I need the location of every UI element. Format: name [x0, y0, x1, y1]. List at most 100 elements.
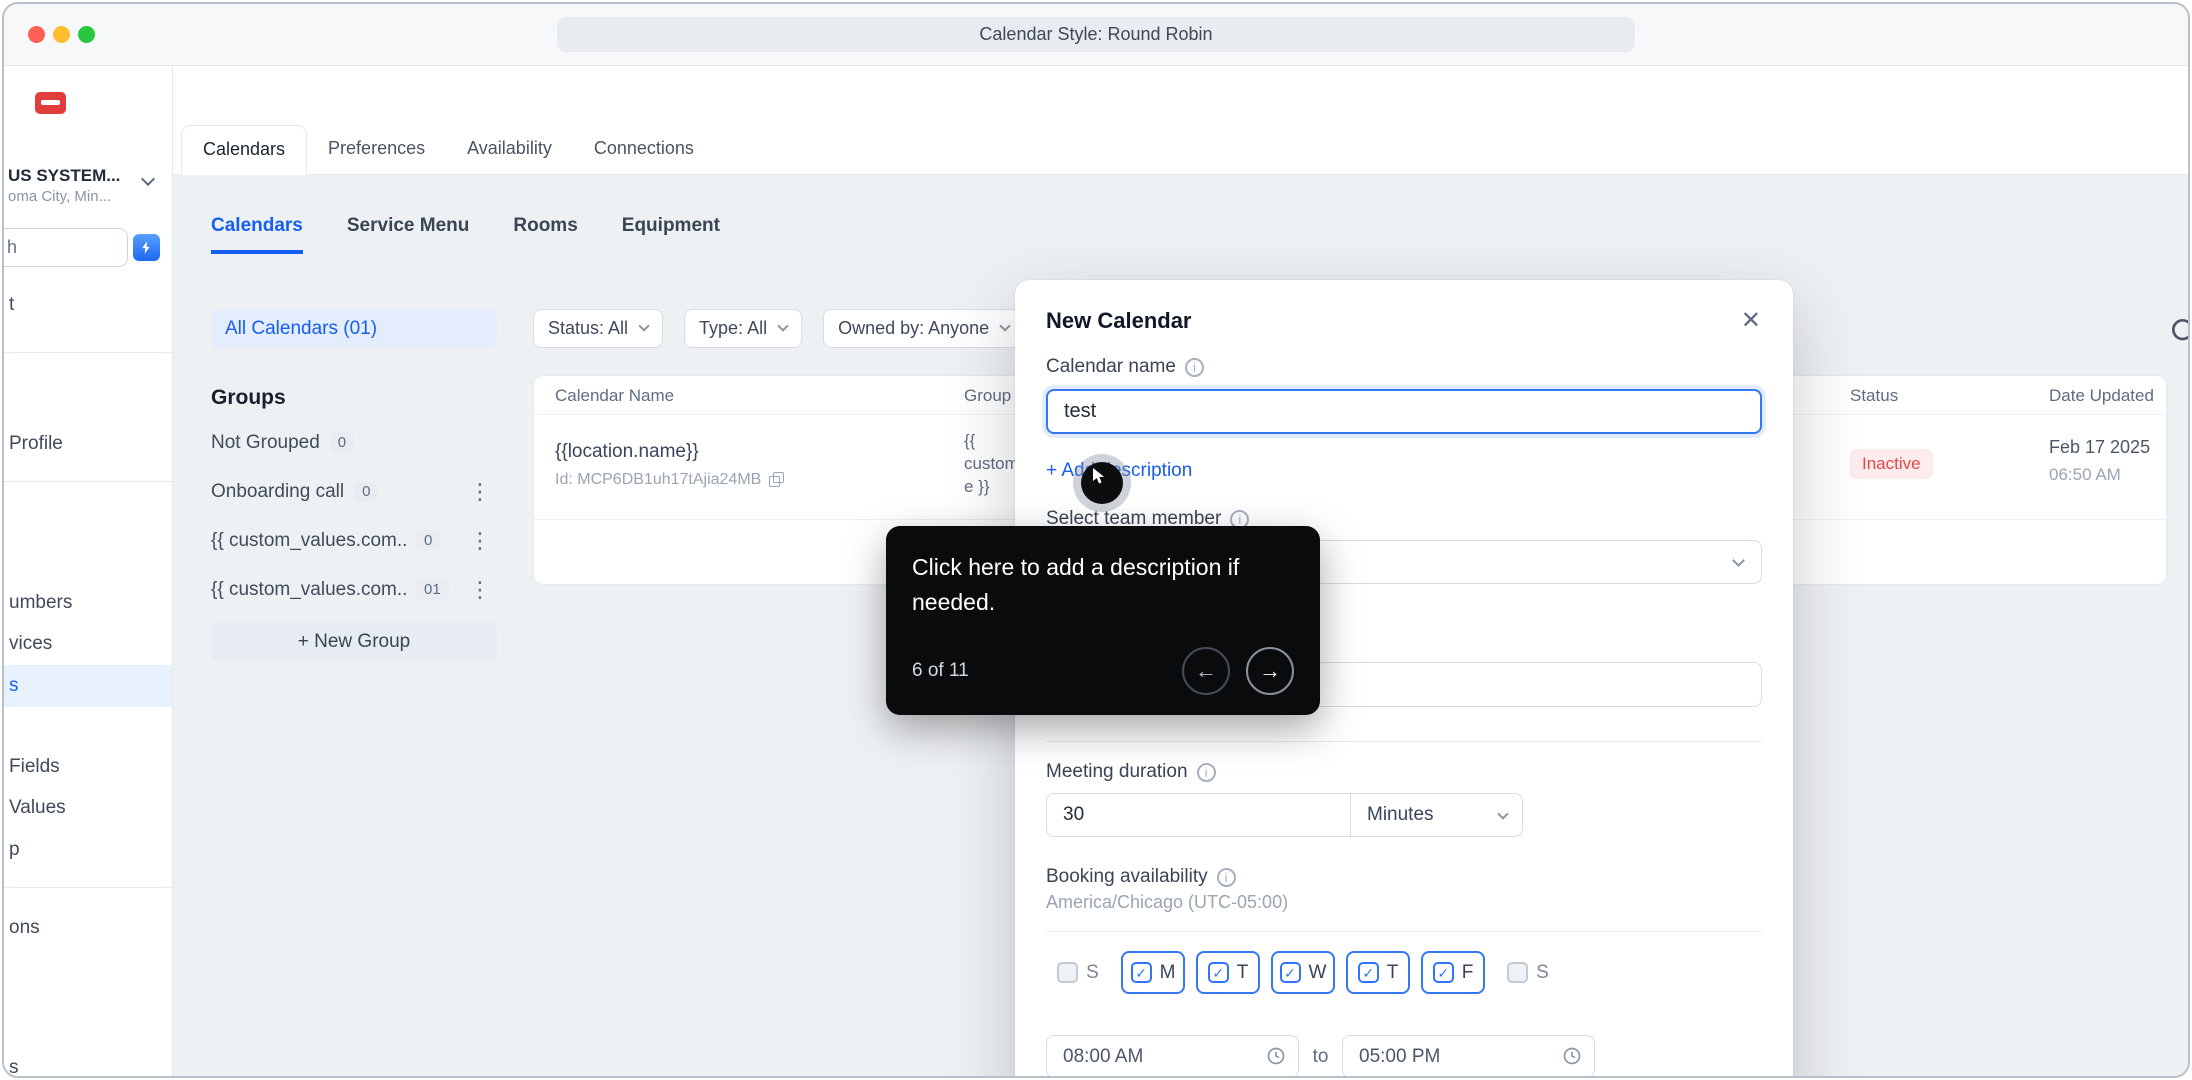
group-row-custom-2[interactable]: {{ custom_values.com... 01 ⋮: [211, 565, 497, 614]
kebab-menu-icon[interactable]: ⋮: [463, 481, 497, 503]
owned-by-filter-label: Owned by: Anyone: [838, 318, 989, 339]
status-filter-label: Status: All: [548, 318, 628, 339]
kebab-menu-icon[interactable]: ⋮: [463, 579, 497, 601]
sidebar-item[interactable]: ons: [9, 914, 40, 942]
tab-preferences[interactable]: Preferences: [307, 125, 446, 174]
time-range-to-label: to: [1299, 1046, 1342, 1068]
zoom-window-button[interactable]: [78, 26, 95, 43]
day-checkbox-sunday[interactable]: ✓ S: [1046, 951, 1110, 994]
subtab-label: Calendars: [211, 215, 303, 236]
modal-divider: [1046, 741, 1762, 742]
end-time-input[interactable]: [1342, 1035, 1595, 1078]
timezone-text: America/Chicago (UTC-05:00): [1046, 892, 1762, 914]
info-icon: i: [1217, 868, 1236, 887]
sidebar-item-calendars-active[interactable]: s: [4, 665, 172, 707]
modal-title: New Calendar: [1046, 306, 1762, 336]
chevron-down-icon: [1000, 320, 1011, 331]
settings-sidebar: US SYSTEM... oma City, Min... h t Profil…: [4, 66, 173, 1076]
account-name[interactable]: US SYSTEM...: [8, 166, 120, 186]
group-row-onboarding-call[interactable]: Onboarding call 0 ⋮: [211, 467, 497, 516]
chevron-down-icon: [638, 320, 649, 331]
availability-time-range: to: [1046, 1035, 1762, 1078]
sidebar-item-values[interactable]: Values: [9, 794, 66, 822]
subtab-service-menu[interactable]: Service Menu: [347, 215, 470, 254]
search-icon[interactable]: [2164, 311, 2190, 351]
sidebar-divider: [4, 887, 172, 888]
check-icon: ✓: [1362, 966, 1374, 980]
tour-prev-button[interactable]: ←: [1182, 647, 1230, 695]
duration-input[interactable]: [1046, 793, 1351, 837]
sidebar-item-profile[interactable]: Profile: [9, 430, 63, 458]
tab-calendars[interactable]: Calendars: [181, 125, 307, 175]
bolt-icon[interactable]: [133, 234, 160, 261]
sidebar-item-fields[interactable]: Fields: [9, 753, 60, 781]
checkbox: ✓: [1208, 962, 1229, 983]
sidebar-item[interactable]: s: [9, 1054, 19, 1076]
status-filter-dropdown[interactable]: Status: All: [533, 309, 663, 348]
day-checkbox-monday[interactable]: ✓ M: [1121, 951, 1185, 994]
day-label: S: [1086, 962, 1099, 984]
subtab-rooms[interactable]: Rooms: [513, 215, 577, 254]
sidebar-item[interactable]: t: [9, 291, 14, 319]
app-window: Calendar Style: Round Robin US SYSTEM...…: [2, 2, 2190, 1078]
day-checkbox-thursday[interactable]: ✓ T: [1346, 951, 1410, 994]
all-calendars-button[interactable]: All Calendars (01): [211, 309, 497, 348]
checkbox: ✓: [1433, 962, 1454, 983]
chevron-down-icon: [777, 320, 788, 331]
day-checkbox-tuesday[interactable]: ✓ T: [1196, 951, 1260, 994]
sidebar-item-services[interactable]: vices: [9, 630, 52, 658]
column-header-date-updated: Date Updated: [2049, 386, 2154, 406]
start-time-input[interactable]: [1046, 1035, 1299, 1078]
group-count-badge: 0: [330, 432, 354, 453]
group-row-custom-1[interactable]: {{ custom_values.com... 0 ⋮: [211, 516, 497, 565]
copy-icon[interactable]: [769, 472, 785, 488]
status-badge: Inactive: [1850, 449, 1933, 479]
day-checkbox-wednesday[interactable]: ✓ W: [1271, 951, 1335, 994]
subtab-equipment[interactable]: Equipment: [622, 215, 720, 254]
duration-unit-select[interactable]: Minutes: [1350, 793, 1523, 837]
tour-next-button[interactable]: →: [1246, 647, 1294, 695]
chevron-down-icon[interactable]: [141, 172, 155, 186]
chevron-down-icon: [1497, 808, 1508, 819]
day-label: S: [1536, 962, 1549, 984]
column-header-status: Status: [1850, 386, 1898, 406]
type-filter-dropdown[interactable]: Type: All: [684, 309, 802, 348]
minimize-window-button[interactable]: [53, 26, 70, 43]
calendar-name-cell[interactable]: {{location.name}}: [555, 441, 699, 463]
clock-icon: [1562, 1046, 1582, 1066]
tour-popover: Click here to add a description if neede…: [886, 526, 1320, 715]
groups-heading: Groups: [211, 386, 497, 410]
owned-by-filter-dropdown[interactable]: Owned by: Anyone: [823, 309, 1024, 348]
tour-text: Click here to add a description if neede…: [912, 550, 1294, 620]
modal-divider: [1046, 931, 1762, 932]
check-icon: ✓: [1212, 966, 1224, 980]
page-header: Calendars Preferences Availability Conne…: [173, 66, 2188, 175]
sidebar-item[interactable]: p: [9, 836, 20, 864]
kebab-menu-icon[interactable]: ⋮: [463, 530, 497, 552]
filter-bar: Status: All Type: All Owned by: Anyone: [533, 309, 1024, 348]
close-window-button[interactable]: [28, 26, 45, 43]
new-group-button[interactable]: + New Group: [211, 622, 497, 661]
sidebar-search-input[interactable]: h: [4, 228, 128, 267]
calendar-name-input[interactable]: [1046, 389, 1762, 434]
sidebar-item-numbers[interactable]: umbers: [9, 589, 72, 617]
group-row-not-grouped[interactable]: Not Grouped 0: [211, 418, 497, 467]
day-checkbox-saturday[interactable]: ✓ S: [1496, 951, 1560, 994]
subtab-label: Service Menu: [347, 215, 470, 236]
titlebar: Calendar Style: Round Robin: [4, 4, 2188, 66]
column-header-group: Group: [964, 386, 1011, 406]
check-icon: ✓: [1284, 966, 1296, 980]
calendar-id: Id: MCP6DB1uh17tAjia24MB: [555, 471, 761, 489]
tab-availability[interactable]: Availability: [446, 125, 573, 174]
close-icon[interactable]: ✕: [1735, 308, 1767, 334]
window-title-text: Calendar Style: Round Robin: [979, 24, 1212, 45]
day-checkbox-friday[interactable]: ✓ F: [1421, 951, 1485, 994]
sidebar-divider: [4, 352, 172, 353]
type-filter-label: Type: All: [699, 318, 767, 339]
checkbox: ✓: [1507, 962, 1528, 983]
info-icon: i: [1197, 763, 1216, 782]
checkbox: ✓: [1057, 962, 1078, 983]
subtab-calendars[interactable]: Calendars: [211, 215, 303, 254]
tour-cursor-indicator: [1081, 462, 1123, 504]
tab-connections[interactable]: Connections: [573, 125, 715, 174]
